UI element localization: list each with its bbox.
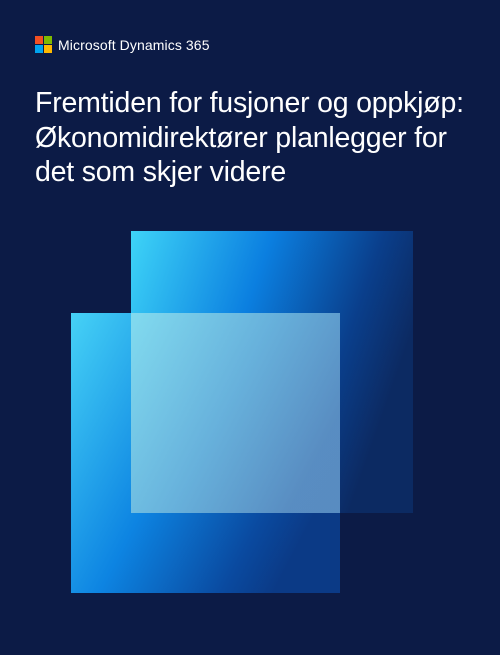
- cover-artwork: [71, 231, 413, 593]
- overlap-square: [131, 313, 340, 513]
- report-cover: Microsoft Dynamics 365 Fremtiden for fus…: [0, 0, 500, 655]
